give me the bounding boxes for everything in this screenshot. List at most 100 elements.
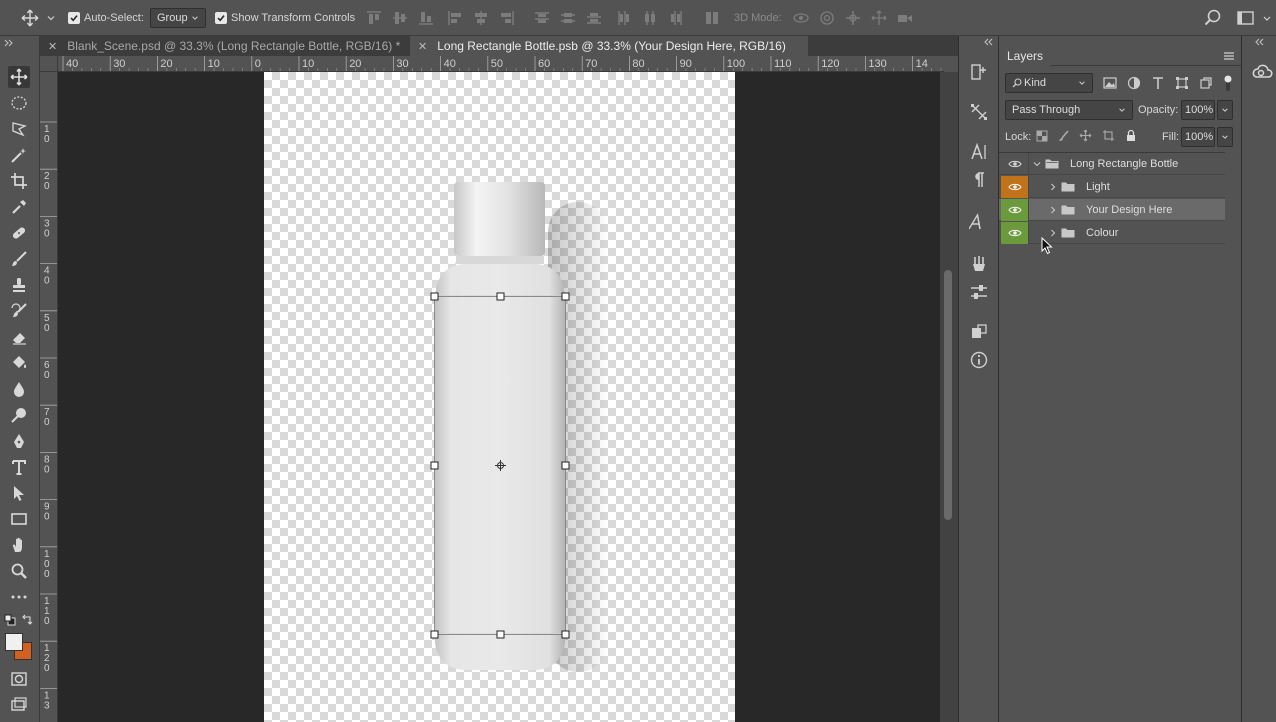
glyphs-panel-button[interactable] <box>969 212 989 232</box>
3d-orbit-icon[interactable] <box>792 9 810 27</box>
lock-image-pixels-icon[interactable] <box>1058 130 1070 142</box>
show-transform-checkbox[interactable]: Show Transform Controls <box>215 0 355 36</box>
quick-selection-tool[interactable] <box>8 144 30 166</box>
properties-panel-button[interactable] <box>969 282 989 302</box>
info-panel-button[interactable] <box>969 350 989 370</box>
layer-group-long-rectangle-bottle[interactable]: Long Rectangle Bottle <box>999 153 1225 175</box>
creative-cloud-libraries-icon[interactable] <box>1250 60 1274 82</box>
visibility-toggle[interactable] <box>1001 153 1029 175</box>
zoom-tool[interactable] <box>8 560 30 582</box>
transform-handle-right[interactable] <box>561 461 570 470</box>
clone-stamp-tool[interactable] <box>8 274 30 296</box>
lock-transparent-pixels-icon[interactable] <box>1036 130 1048 142</box>
quick-mask-button[interactable] <box>8 668 30 690</box>
3d-pan-icon[interactable] <box>844 9 862 27</box>
edit-toolbar-button[interactable] <box>8 586 30 608</box>
rectangle-tool[interactable] <box>8 508 30 530</box>
visibility-toggle[interactable] <box>1001 199 1029 221</box>
canvas-area[interactable] <box>58 72 940 722</box>
expand-panel-icon[interactable] <box>4 39 14 47</box>
distribute-top-icon[interactable] <box>533 9 551 27</box>
tab-blank-scene[interactable]: ✕ Blank_Scene.psd @ 33.3% (Long Rectangl… <box>40 36 416 56</box>
lock-position-icon[interactable] <box>1079 129 1092 142</box>
tab-long-rectangle-bottle[interactable]: ✕ Long Rectangle Bottle.psb @ 33.3% (You… <box>410 36 808 56</box>
opacity-slider-button[interactable] <box>1217 100 1233 120</box>
blur-tool[interactable] <box>8 378 30 400</box>
visibility-toggle[interactable] <box>1001 176 1029 198</box>
foreground-color-swatch[interactable] <box>5 633 23 651</box>
transform-handle-top-right[interactable] <box>561 292 570 301</box>
align-horizontal-centers-icon[interactable] <box>472 9 490 27</box>
fill-slider-button[interactable] <box>1217 127 1233 147</box>
auto-select-checkbox[interactable]: Auto-Select: <box>68 0 144 36</box>
3d-slide-icon[interactable] <box>870 9 888 27</box>
dodge-tool[interactable] <box>8 404 30 426</box>
scrollbar-thumb[interactable] <box>944 270 952 520</box>
distribute-right-icon[interactable] <box>667 9 685 27</box>
distribute-bottom-icon[interactable] <box>585 9 603 27</box>
type-tool[interactable] <box>8 456 30 478</box>
fill-input[interactable]: 100% <box>1181 127 1215 147</box>
layer-group-colour[interactable]: Colour <box>999 222 1225 244</box>
filter-smart-object-icon[interactable] <box>1199 76 1213 90</box>
chevron-right-icon[interactable] <box>1049 229 1057 237</box>
blend-mode-dropdown[interactable]: Pass Through <box>1005 100 1133 120</box>
panel-menu-icon[interactable] <box>1223 51 1235 61</box>
filter-shape-icon[interactable] <box>1175 76 1189 90</box>
layers-tab[interactable]: Layers <box>999 46 1052 66</box>
distribute-left-icon[interactable] <box>615 9 633 27</box>
pen-tool[interactable] <box>8 430 30 452</box>
lasso-tool[interactable] <box>8 118 30 140</box>
libraries-panel-button[interactable] <box>969 322 989 342</box>
hand-tool[interactable] <box>8 534 30 556</box>
3d-roll-icon[interactable] <box>818 9 836 27</box>
transform-handle-top-left[interactable] <box>430 292 439 301</box>
transform-handle-bottom-left[interactable] <box>430 630 439 639</box>
move-tool[interactable] <box>8 66 30 88</box>
chevron-right-icon[interactable] <box>1049 183 1057 191</box>
eyedropper-tool[interactable] <box>8 196 30 218</box>
swap-colors-icon[interactable] <box>21 614 33 626</box>
align-vertical-centers-icon[interactable] <box>391 9 409 27</box>
chevron-down-icon[interactable] <box>1033 160 1041 168</box>
character-panel-button[interactable] <box>969 142 989 162</box>
transform-handle-top[interactable] <box>496 292 505 301</box>
auto-select-target-dropdown[interactable]: Group <box>150 8 206 28</box>
align-top-edges-icon[interactable] <box>365 9 383 27</box>
align-bottom-edges-icon[interactable] <box>417 9 435 27</box>
filter-type-icon[interactable] <box>1151 76 1165 90</box>
healing-brush-tool[interactable] <box>8 222 30 244</box>
workspace-layout-icon[interactable] <box>1236 9 1256 27</box>
distribute-horizontal-centers-icon[interactable] <box>641 9 659 27</box>
chevron-down-icon[interactable] <box>1262 9 1272 27</box>
close-icon[interactable]: ✕ <box>418 40 427 53</box>
brush-settings-button[interactable] <box>969 254 989 274</box>
crop-tool[interactable] <box>8 170 30 192</box>
paint-bucket-tool[interactable] <box>8 352 30 374</box>
close-icon[interactable]: ✕ <box>48 40 57 53</box>
align-left-edges-icon[interactable] <box>446 9 464 27</box>
bottle-artwork[interactable] <box>58 72 940 722</box>
visibility-toggle[interactable] <box>1001 222 1029 244</box>
layer-group-your-design-here[interactable]: Your Design Here <box>999 199 1225 221</box>
history-panel-button[interactable] <box>969 62 989 82</box>
marquee-tool[interactable] <box>8 92 30 114</box>
move-tool-preset-picker[interactable] <box>20 0 56 36</box>
collapse-panel-icon[interactable] <box>1254 38 1264 46</box>
paragraph-panel-button[interactable] <box>969 170 989 190</box>
path-selection-tool[interactable] <box>8 482 30 504</box>
paths-panel-button[interactable] <box>969 102 989 122</box>
layer-group-light[interactable]: Light <box>999 176 1225 198</box>
transform-handle-bottom-right[interactable] <box>561 630 570 639</box>
brush-tool[interactable] <box>8 248 30 270</box>
lock-all-icon[interactable] <box>1125 129 1137 142</box>
filter-kind-dropdown[interactable]: Kind <box>1005 73 1093 93</box>
screen-mode-button[interactable] <box>8 694 30 716</box>
distribute-vertical-centers-icon[interactable] <box>559 9 577 27</box>
collapse-panel-icon[interactable] <box>983 38 993 46</box>
default-colors-icon[interactable] <box>4 614 16 626</box>
search-icon[interactable] <box>1203 8 1223 28</box>
history-brush-tool[interactable] <box>8 300 30 322</box>
ruler-origin[interactable] <box>40 56 58 72</box>
opacity-input[interactable]: 100% <box>1181 100 1215 120</box>
